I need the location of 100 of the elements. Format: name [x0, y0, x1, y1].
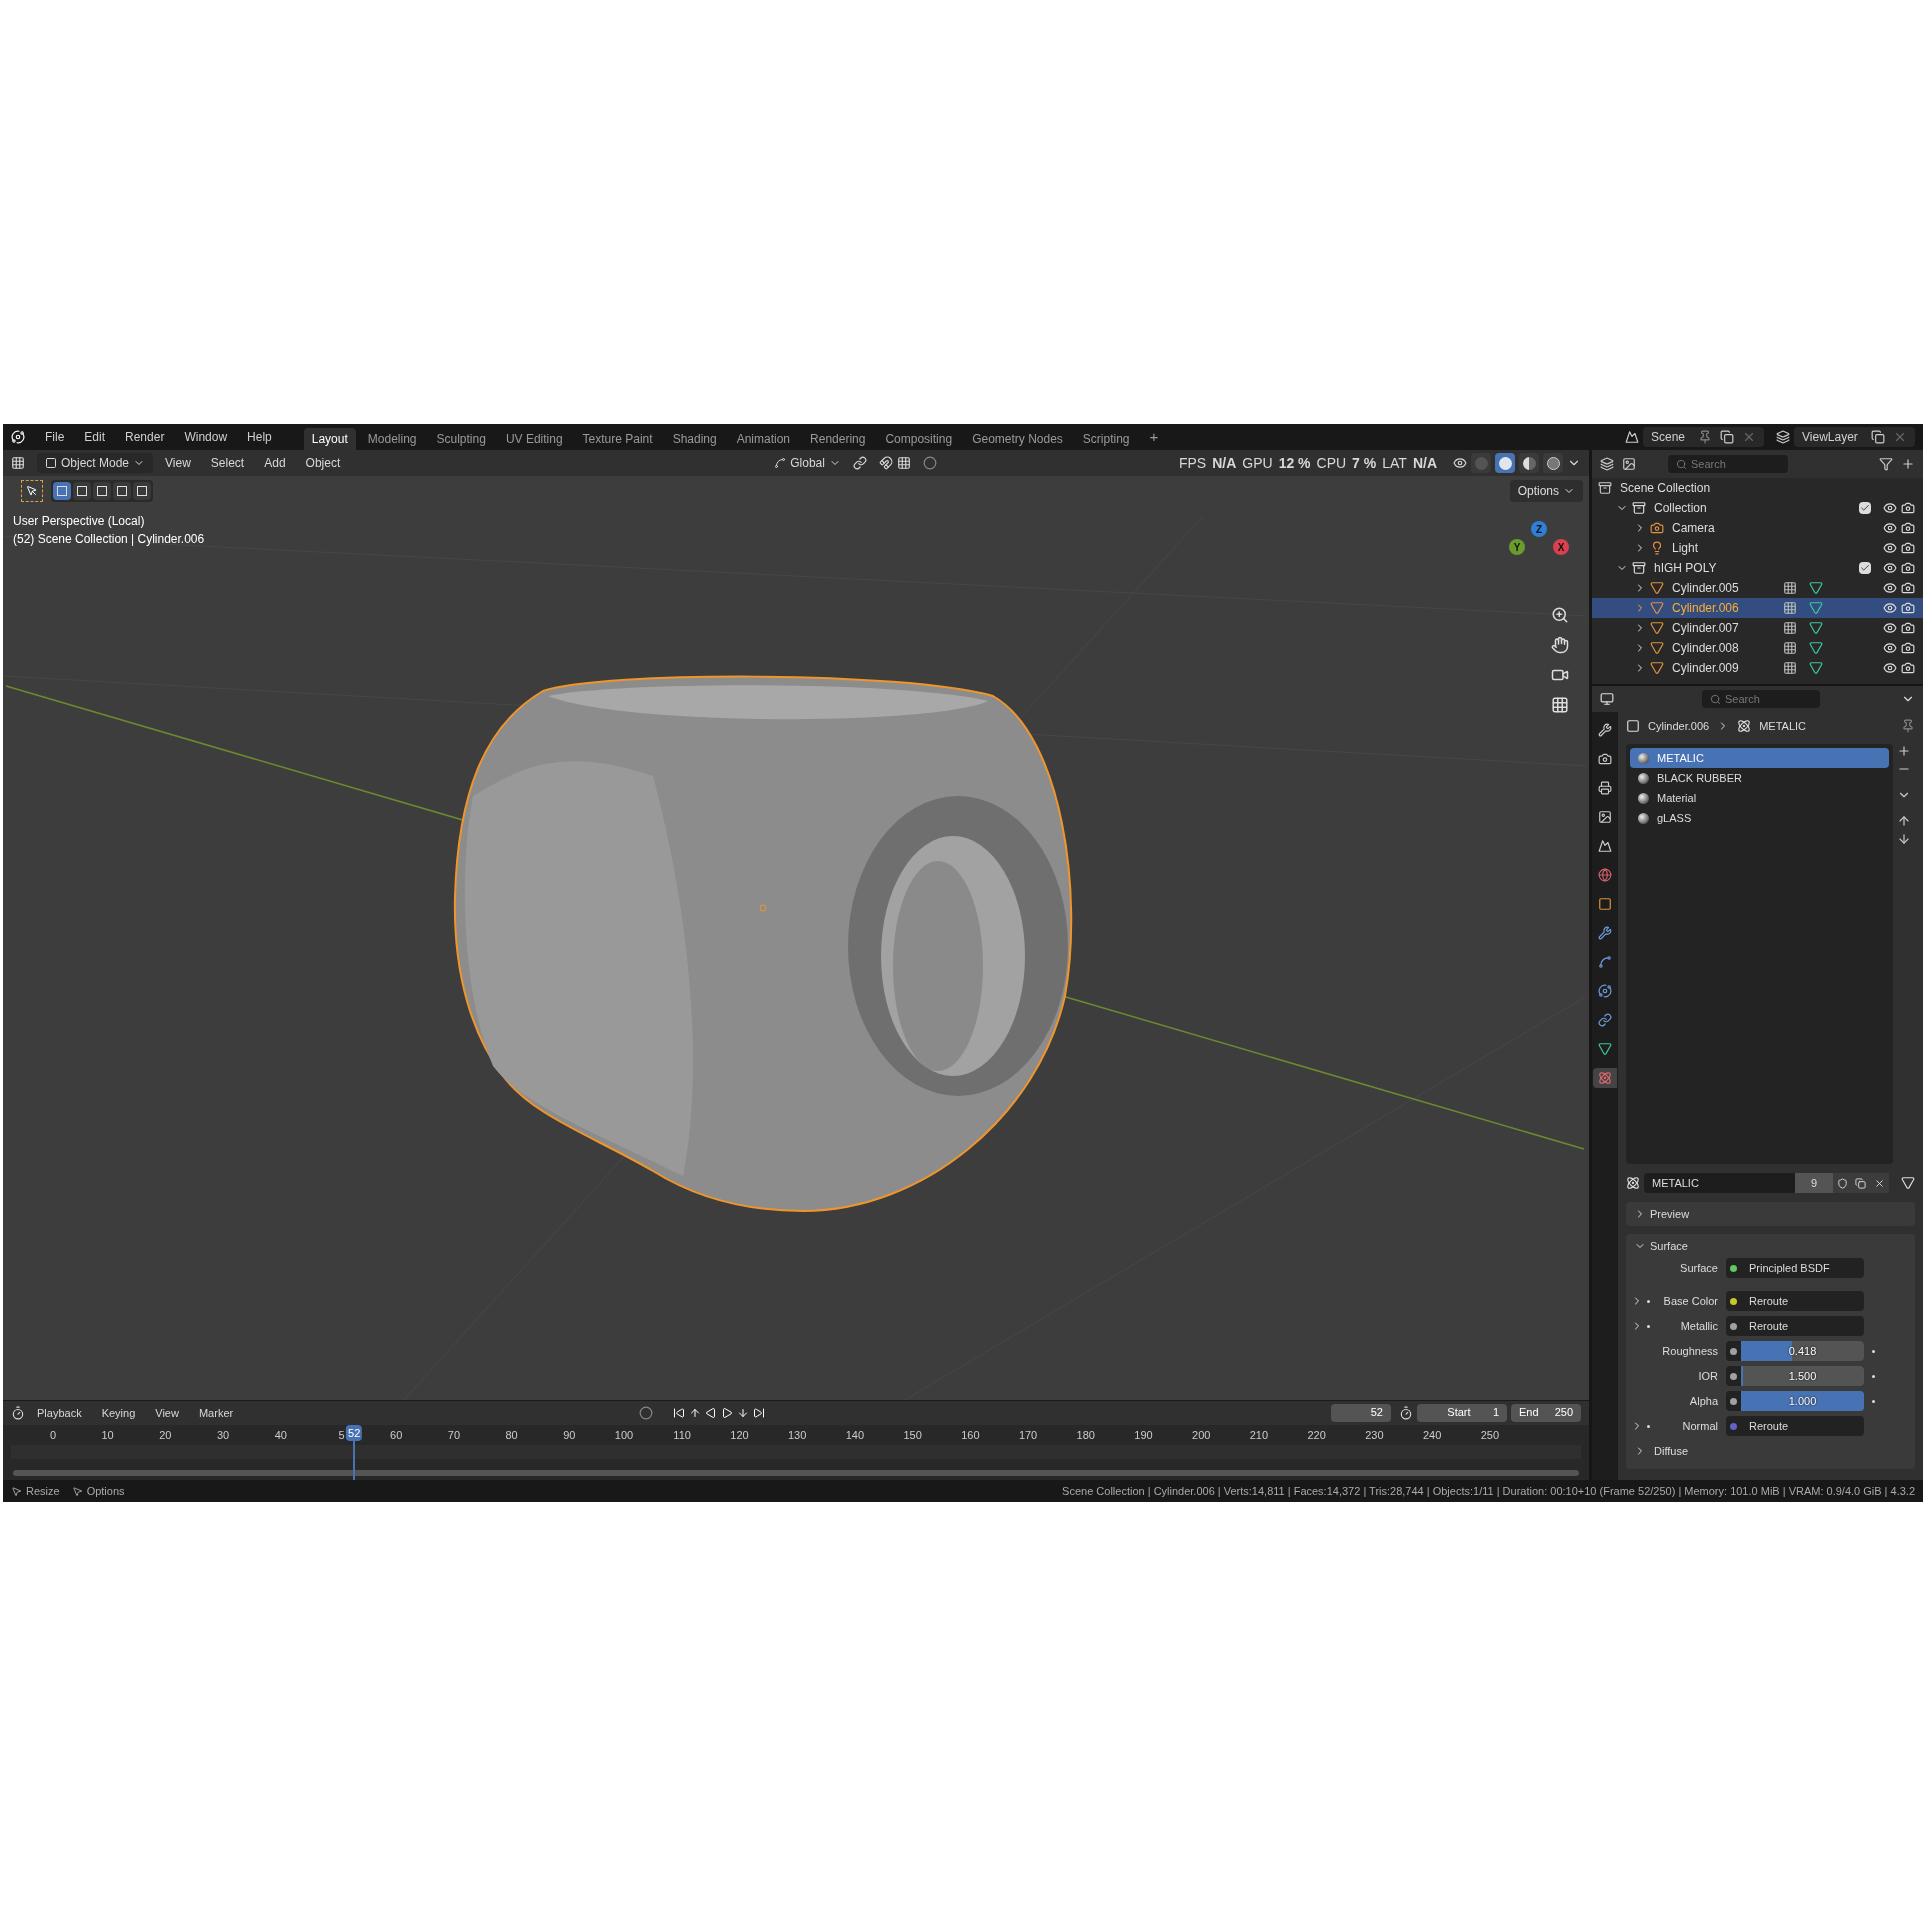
- outliner-row[interactable]: Cylinder.007: [1592, 618, 1923, 638]
- copy-icon[interactable]: [1855, 1177, 1867, 1189]
- outliner-row[interactable]: Cylinder.008: [1592, 638, 1923, 658]
- link-field[interactable]: Reroute: [1726, 1416, 1864, 1436]
- render-icon[interactable]: [1901, 621, 1915, 635]
- visibility-icon[interactable]: [1883, 621, 1897, 635]
- workspace-tab[interactable]: Animation: [728, 428, 799, 450]
- link-field[interactable]: Principled BSDF: [1726, 1258, 1864, 1278]
- editor-type-icon[interactable]: [11, 456, 25, 470]
- material-slot[interactable]: BLACK RUBBER: [1630, 768, 1889, 788]
- menu-item[interactable]: Window: [176, 428, 236, 446]
- fake-user-icon[interactable]: [1836, 1177, 1848, 1189]
- outliner-row[interactable]: hIGH POLY: [1592, 558, 1923, 578]
- magnet-icon[interactable]: [878, 456, 893, 470]
- add-slot-icon[interactable]: [1897, 744, 1911, 758]
- menu-item[interactable]: Edit: [76, 428, 114, 446]
- gizmo-axis[interactable]: X: [1553, 539, 1569, 555]
- menu-item[interactable]: Add: [256, 454, 294, 472]
- menu-item[interactable]: View: [157, 454, 199, 472]
- select-mode-button[interactable]: [93, 482, 111, 500]
- material-slot[interactable]: Material: [1630, 788, 1889, 808]
- value-slider[interactable]: 1.000: [1726, 1391, 1864, 1411]
- start-frame-field[interactable]: Start 1: [1417, 1404, 1507, 1422]
- editor-type-icon[interactable]: [1600, 692, 1614, 706]
- menu-item[interactable]: Select: [202, 454, 253, 472]
- mode-dropdown[interactable]: Object Mode: [37, 453, 154, 473]
- shading-button[interactable]: [1543, 453, 1563, 473]
- snap-grid-icon[interactable]: [896, 456, 911, 470]
- view-layer-field[interactable]: ViewLayer: [1794, 427, 1915, 447]
- subpanel-header[interactable]: Diffuse: [1626, 1441, 1911, 1461]
- visibility-icon[interactable]: [1883, 501, 1897, 515]
- value-slider[interactable]: 1.500: [1726, 1366, 1864, 1386]
- jump-end-icon[interactable]: [753, 1407, 766, 1419]
- visibility-icon[interactable]: [1883, 601, 1897, 615]
- jump-start-icon[interactable]: [673, 1407, 686, 1419]
- workspace-tab[interactable]: Compositing: [877, 428, 961, 450]
- grid-icon[interactable]: [1551, 696, 1569, 714]
- filter-icon[interactable]: [1879, 457, 1893, 471]
- workspace-tab[interactable]: Scripting: [1074, 428, 1138, 450]
- render-icon[interactable]: [1901, 541, 1915, 555]
- menu-item[interactable]: File: [37, 428, 73, 446]
- scene-field[interactable]: Scene: [1643, 427, 1764, 447]
- display-mode-icon[interactable]: [1600, 457, 1614, 471]
- render-icon[interactable]: [1901, 501, 1915, 515]
- shading-button[interactable]: [1519, 453, 1539, 473]
- play-reverse-icon[interactable]: [705, 1407, 718, 1419]
- outliner-row[interactable]: Collection: [1592, 498, 1923, 518]
- proportional-edit-icon[interactable]: [922, 456, 937, 470]
- visibility-icon[interactable]: [1883, 541, 1897, 555]
- link-field[interactable]: Reroute: [1726, 1291, 1864, 1311]
- visibility-icon[interactable]: [1883, 581, 1897, 595]
- workspace-tab[interactable]: Texture Paint: [574, 428, 661, 450]
- menu-item[interactable]: Help: [239, 428, 280, 446]
- workspace-tab[interactable]: Modeling: [359, 428, 425, 450]
- copy-icon[interactable]: [1871, 430, 1885, 444]
- render-icon[interactable]: [1901, 521, 1915, 535]
- workspace-tab[interactable]: Shading: [664, 428, 725, 450]
- visibility-icon[interactable]: [1883, 561, 1897, 575]
- checkbox[interactable]: [1859, 562, 1871, 574]
- record-icon[interactable]: [639, 1406, 654, 1420]
- shading-button[interactable]: [1495, 453, 1515, 473]
- pin-icon[interactable]: [1901, 719, 1915, 733]
- menu-item[interactable]: Marker: [190, 1404, 242, 1422]
- menu-item[interactable]: Keying: [93, 1404, 144, 1422]
- stopwatch-icon[interactable]: [1399, 1406, 1413, 1420]
- add-workspace-button[interactable]: +: [1141, 425, 1167, 449]
- panel-header[interactable]: Preview: [1626, 1202, 1915, 1226]
- select-tool-button[interactable]: [21, 480, 43, 502]
- select-mode-button[interactable]: [113, 482, 131, 500]
- outliner-row[interactable]: Light: [1592, 538, 1923, 558]
- visibility-icon[interactable]: [1883, 661, 1897, 675]
- workspace-tab[interactable]: Layout: [303, 428, 356, 450]
- gizmo-axis[interactable]: Y: [1509, 539, 1525, 555]
- current-frame-indicator[interactable]: 52: [346, 1425, 363, 1441]
- outliner-row[interactable]: Cylinder.009: [1592, 658, 1923, 678]
- view-icon[interactable]: [1622, 457, 1636, 471]
- material-slot[interactable]: gLASS: [1630, 808, 1889, 828]
- close-icon[interactable]: [1874, 1177, 1886, 1189]
- menu-item[interactable]: Object: [297, 454, 349, 472]
- options-button[interactable]: Options: [1509, 480, 1583, 502]
- link-data-icon[interactable]: [1901, 1176, 1915, 1190]
- render-icon[interactable]: [1901, 601, 1915, 615]
- menu-item[interactable]: Playback: [29, 1404, 90, 1422]
- move-up-icon[interactable]: [1897, 814, 1911, 828]
- select-mode-button[interactable]: [73, 482, 91, 500]
- render-icon[interactable]: [1901, 581, 1915, 595]
- visibility-icon[interactable]: [1883, 641, 1897, 655]
- workspace-tab[interactable]: Sculpting: [428, 428, 494, 450]
- material-slot[interactable]: METALIC: [1630, 748, 1889, 768]
- copy-icon[interactable]: [1720, 430, 1734, 444]
- outliner-row[interactable]: Camera: [1592, 518, 1923, 538]
- render-icon[interactable]: [1901, 561, 1915, 575]
- search-field[interactable]: Search: [1668, 455, 1788, 473]
- workspace-tab[interactable]: UV Editing: [497, 428, 571, 450]
- hand-icon[interactable]: [1551, 636, 1569, 654]
- panel-header[interactable]: Surface: [1626, 1234, 1915, 1258]
- outliner-row[interactable]: Cylinder.006: [1592, 598, 1923, 618]
- link-field[interactable]: Reroute: [1726, 1316, 1864, 1336]
- overlay-icon[interactable]: [1453, 456, 1467, 470]
- end-frame-field[interactable]: End 250: [1511, 1404, 1581, 1422]
